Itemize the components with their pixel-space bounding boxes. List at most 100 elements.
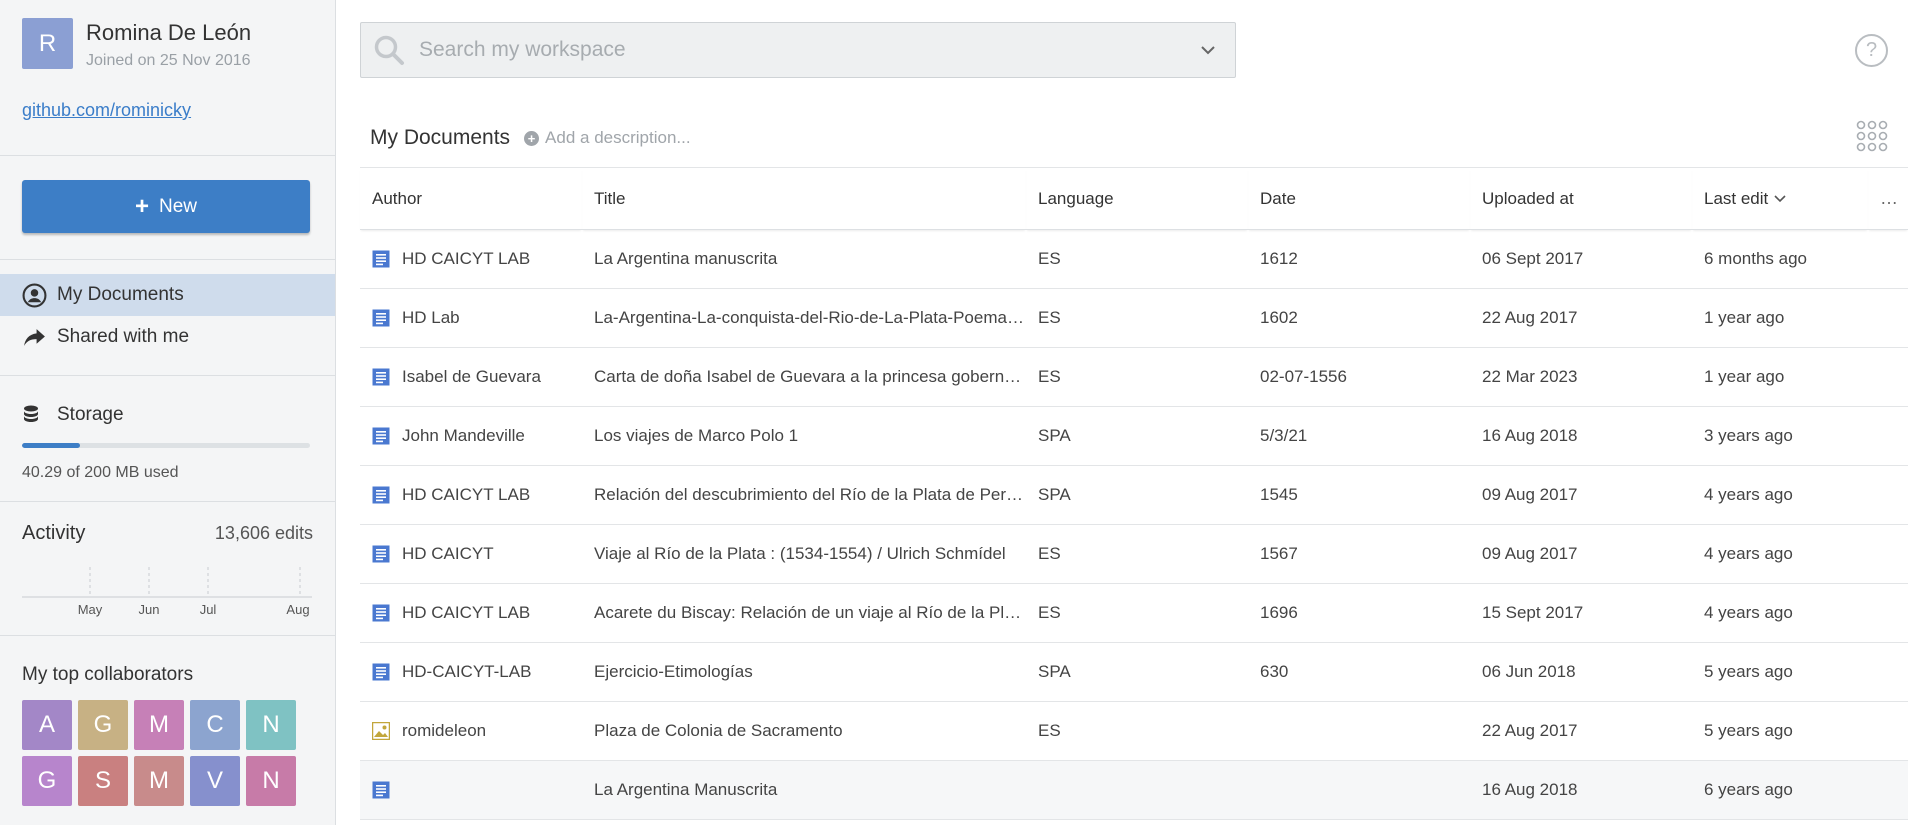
cell-spacer [1868, 288, 1908, 348]
cell-spacer [1868, 760, 1908, 820]
column-header-last-edit[interactable]: Last edit [1692, 167, 1868, 230]
cell-last-edit: 4 years ago [1692, 583, 1868, 643]
table-row[interactable]: Isabel de Guevara Carta de doña Isabel de… [360, 347, 1908, 407]
author-name: HD-CAICYT-LAB [402, 662, 532, 681]
cell-date: 1696 [1248, 583, 1470, 643]
collaborator-avatar[interactable]: N [246, 700, 296, 750]
profile-link[interactable]: github.com/rominicky [22, 100, 313, 121]
column-header-uploaded[interactable]: Uploaded at [1470, 167, 1692, 230]
text-document-icon [372, 545, 390, 563]
cell-title[interactable]: Viaje al Río de la Plata : (1534-1554) /… [582, 524, 1026, 584]
cell-uploaded: 22 Aug 2017 [1470, 288, 1692, 348]
cell-title[interactable]: La-Argentina-La-conquista-del-Rio-de-La-… [582, 288, 1026, 348]
nav-my-documents[interactable]: My Documents [0, 274, 335, 316]
plus-icon: + [134, 192, 149, 220]
activity-section: Activity 13,606 edits May Jun Jul Aug [0, 502, 335, 636]
table-row[interactable]: romideleon Plaza de Colonia de Sacramento… [360, 701, 1908, 761]
help-icon[interactable]: ? [1855, 34, 1888, 67]
cell-language: ES [1026, 347, 1248, 407]
cell-title[interactable]: Relación del descubrimiento del Río de l… [582, 465, 1026, 525]
cell-last-edit: 5 years ago [1692, 642, 1868, 702]
cell-language: SPA [1026, 642, 1248, 702]
cell-title[interactable]: Plaza de Colonia de Sacramento [582, 701, 1026, 761]
cell-author: Isabel de Guevara [360, 347, 582, 407]
profile-joined-date: Joined on 25 Nov 2016 [86, 52, 251, 69]
table-row[interactable]: HD CAICYT LAB Acarete du Biscay: Relación… [360, 583, 1908, 643]
column-header-language[interactable]: Language [1026, 167, 1248, 230]
cell-title[interactable]: Carta de doña Isabel de Guevara a la pri… [582, 347, 1026, 407]
add-description-button[interactable]: + Add a description... [524, 128, 691, 148]
cell-language: SPA [1026, 465, 1248, 525]
collaborator-avatar[interactable]: G [78, 700, 128, 750]
cell-uploaded: 16 Aug 2018 [1470, 760, 1692, 820]
cell-title[interactable]: Ejercicio-Etimologías [582, 642, 1026, 702]
table-row[interactable]: La Argentina Manuscrita 16 Aug 2018 6 year… [360, 760, 1908, 820]
collaborator-avatar[interactable]: V [190, 756, 240, 806]
column-options[interactable]: … [1868, 167, 1908, 230]
storage-bar [22, 443, 310, 448]
storage-used-text: 40.29 of 200 MB used [22, 464, 179, 481]
table-row[interactable]: John Mandeville Los viajes de Marco Polo … [360, 406, 1908, 466]
database-icon [22, 402, 40, 427]
table-row[interactable]: HD CAICYT LAB Relación del descubrimiento… [360, 465, 1908, 525]
cell-date: 630 [1248, 642, 1470, 702]
cell-spacer [1868, 524, 1908, 584]
avatar[interactable]: R [22, 18, 73, 69]
collaborator-avatar[interactable]: C [190, 700, 240, 750]
cell-title[interactable]: La Argentina manuscrita [582, 229, 1026, 289]
cell-title[interactable]: Acarete du Biscay: Relación de un viaje … [582, 583, 1026, 643]
table-row[interactable]: HD CAICYT Viaje al Río de la Plata : (153… [360, 524, 1908, 584]
text-document-icon [372, 250, 390, 268]
cell-last-edit: 5 years ago [1692, 701, 1868, 761]
column-header-title[interactable]: Title [582, 167, 1026, 230]
cell-date: 1602 [1248, 288, 1470, 348]
text-document-icon [372, 663, 390, 681]
text-document-icon [372, 781, 390, 799]
cell-date: 1567 [1248, 524, 1470, 584]
cell-title[interactable]: La Argentina Manuscrita [582, 760, 1026, 820]
cell-language: SPA [1026, 406, 1248, 466]
activity-month-label: Jun [139, 602, 160, 617]
cell-spacer [1868, 229, 1908, 289]
new-button[interactable]: + New [22, 180, 310, 233]
profile-section: R Romina De León Joined on 25 Nov 2016 g… [0, 0, 335, 156]
share-arrow-icon [22, 325, 47, 350]
new-button-label: New [159, 195, 198, 217]
cell-date [1248, 701, 1470, 761]
page-title: My Documents [370, 126, 511, 149]
cell-uploaded: 06 Jun 2018 [1470, 642, 1692, 702]
table-row[interactable]: HD-CAICYT-LAB Ejercicio-Etimologías SPA 630… [360, 642, 1908, 702]
column-header-author[interactable]: Author [360, 167, 582, 230]
grid-view-icon[interactable] [1856, 120, 1888, 152]
author-name: HD Lab [402, 308, 460, 327]
collaborator-avatar[interactable]: A [22, 700, 72, 750]
chevron-down-icon[interactable] [1199, 41, 1217, 59]
cell-author: HD-CAICYT-LAB [360, 642, 582, 702]
table-row[interactable]: HD CAICYT LAB La Argentina manuscrita ES 16… [360, 229, 1908, 289]
cell-uploaded: 22 Mar 2023 [1470, 347, 1692, 407]
nav-shared-with-me-label: Shared with me [57, 326, 190, 347]
search-icon [374, 35, 404, 65]
search-bar[interactable] [360, 22, 1236, 78]
activity-chart: May Jun Jul Aug [22, 567, 312, 617]
cell-spacer [1868, 583, 1908, 643]
cell-author: HD CAICYT LAB [360, 229, 582, 289]
table-row[interactable]: HD Lab La-Argentina-La-conquista-del-Rio-… [360, 288, 1908, 348]
search-input[interactable] [419, 38, 1179, 62]
collaborator-avatar[interactable]: G [22, 756, 72, 806]
storage-title: Storage [57, 403, 124, 425]
collaborator-avatar[interactable]: M [134, 700, 184, 750]
text-document-icon [372, 604, 390, 622]
storage-section: Storage 40.29 of 200 MB used [0, 376, 335, 502]
collaborator-avatar[interactable]: M [134, 756, 184, 806]
collaborator-avatar[interactable]: S [78, 756, 128, 806]
text-document-icon [372, 309, 390, 327]
nav-shared-with-me[interactable]: Shared with me [0, 316, 335, 358]
column-header-date[interactable]: Date [1248, 167, 1470, 230]
storage-bar-fill [22, 443, 80, 448]
collaborator-avatar[interactable]: N [246, 756, 296, 806]
main-content: ? My Documents + Add a description... [336, 0, 1908, 825]
nav-my-documents-label: My Documents [57, 284, 184, 305]
cell-title[interactable]: Los viajes de Marco Polo 1 [582, 406, 1026, 466]
more-options-icon: … [1880, 188, 1899, 208]
